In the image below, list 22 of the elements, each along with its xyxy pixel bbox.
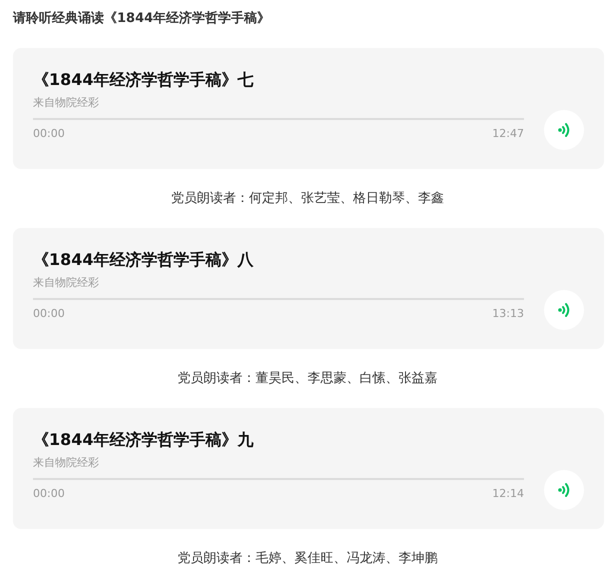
- elapsed-time: 00:00: [33, 486, 65, 501]
- elapsed-time: 00:00: [33, 306, 65, 321]
- play-button[interactable]: [544, 110, 584, 150]
- duration: 13:13: [492, 306, 524, 321]
- sound-icon: [558, 482, 570, 498]
- sound-icon: [558, 302, 570, 318]
- track-title: 《1844年经济学哲学手稿》七: [33, 69, 255, 91]
- page-heading: 请聆听经典诵读《1844年经济学哲学手稿》: [13, 10, 272, 28]
- sound-icon: [558, 122, 570, 138]
- play-button[interactable]: [544, 290, 584, 330]
- track-source: 来自物院经彩: [33, 455, 99, 471]
- duration: 12:47: [492, 126, 524, 141]
- duration: 12:14: [492, 486, 524, 501]
- track-title: 《1844年经济学哲学手稿》八: [33, 249, 255, 271]
- track-source: 来自物院经彩: [33, 275, 99, 291]
- readers-caption: 党员朗读者：董昊民、李思蒙、白愫、张益嘉: [178, 370, 438, 388]
- readers-caption: 党员朗读者：毛婷、奚佳旺、冯龙涛、李坤鹏: [178, 550, 438, 568]
- track-source: 来自物院经彩: [33, 95, 99, 111]
- elapsed-time: 00:00: [33, 126, 65, 141]
- play-button[interactable]: [544, 470, 584, 510]
- track-title: 《1844年经济学哲学手稿》九: [33, 429, 255, 451]
- readers-caption: 党员朗读者：何定邦、张艺莹、格日勒琴、李鑫: [171, 190, 444, 208]
